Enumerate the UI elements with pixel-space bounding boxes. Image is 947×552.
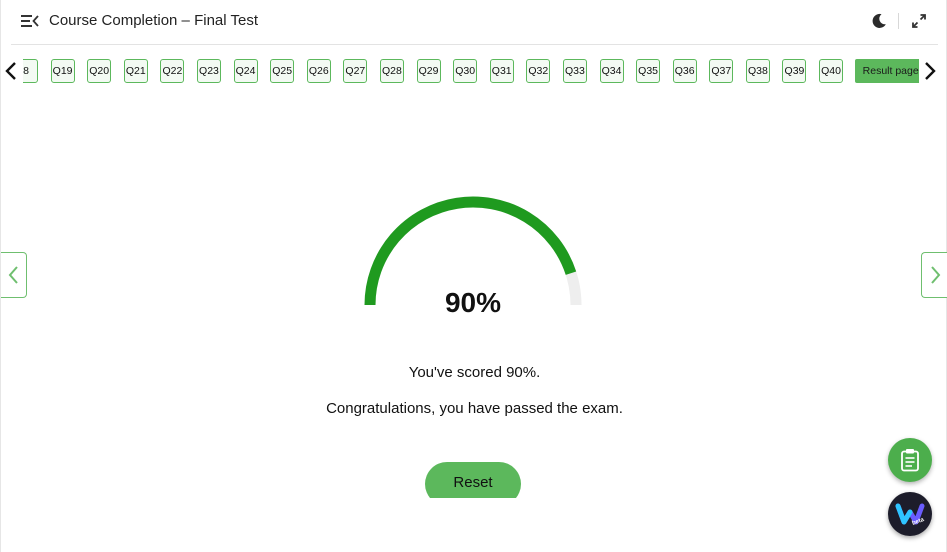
clipboard-icon [901, 449, 919, 472]
question-button[interactable]: Q23 [196, 59, 221, 83]
notes-button[interactable] [888, 438, 932, 482]
question-button[interactable]: Q38 [745, 59, 770, 83]
question-button[interactable]: Q19 [50, 59, 75, 83]
question-button[interactable]: Q40 [819, 59, 844, 83]
question-button[interactable]: Q28 [379, 59, 404, 83]
page-title: Course Completion – Final Test [49, 12, 258, 29]
top-bar: Course Completion – Final Test [1, 0, 947, 44]
score-value: 90% [444, 287, 502, 318]
moon-icon[interactable] [869, 11, 889, 31]
header-divider [898, 13, 899, 29]
question-button[interactable]: Q29 [416, 59, 441, 83]
chevron-right-icon [930, 266, 940, 284]
question-button[interactable]: Q36 [672, 59, 697, 83]
question-button[interactable]: Q24 [233, 59, 258, 83]
score-text: You've scored 90%. [408, 364, 541, 381]
result-page-button[interactable]: Result page [854, 59, 919, 83]
question-navigator: 8 Q19 Q20 Q21 Q22 Q23 Q24 Q25 Q26 Q27 Q28 Q29 Q30 Q31… [1, 58, 947, 86]
question-button[interactable]: 8 [23, 59, 38, 83]
next-page-button[interactable] [921, 252, 947, 298]
question-button[interactable]: Q25 [270, 59, 295, 83]
question-button[interactable]: Q26 [306, 59, 331, 83]
question-button[interactable]: Q20 [87, 59, 112, 83]
question-button[interactable]: Q30 [453, 59, 478, 83]
reset-button-container: Reset [425, 462, 523, 498]
question-button[interactable]: Q34 [599, 59, 624, 83]
question-button[interactable]: Q31 [489, 59, 514, 83]
chevron-right-icon[interactable] [920, 58, 940, 84]
chevron-left-icon[interactable] [1, 58, 21, 84]
question-button[interactable]: Q33 [562, 59, 587, 83]
assistant-button[interactable]: beta [888, 492, 932, 536]
question-list: 8 Q19 Q20 Q21 Q22 Q23 Q24 Q25 Q26 Q27 Q28 Q29 Q30 Q31… [23, 59, 919, 83]
question-strip: 8 Q19 Q20 Q21 Q22 Q23 Q24 Q25 Q26 Q27 Q28 Q29 Q30 Q31… [23, 58, 919, 86]
question-button[interactable]: Q39 [782, 59, 807, 83]
question-button[interactable]: Q27 [343, 59, 368, 83]
previous-page-button[interactable] [1, 252, 27, 298]
ai-assistant-icon [895, 503, 925, 525]
reset-button[interactable]: Reset [425, 462, 521, 498]
expand-icon[interactable] [909, 11, 929, 31]
menu-collapse-icon[interactable] [20, 12, 40, 30]
question-button[interactable]: Q37 [709, 59, 734, 83]
chevron-left-icon [8, 266, 18, 284]
question-button[interactable]: Q35 [636, 59, 661, 83]
question-button[interactable]: Q22 [160, 59, 185, 83]
question-button[interactable]: Q32 [526, 59, 551, 83]
app-frame: Course Completion – Final Test 8 Q19 Q20 Q2… [0, 0, 947, 552]
pass-message: Congratulations, you have passed the exa… [326, 400, 623, 417]
header-divider-line [11, 44, 938, 45]
question-button[interactable]: Q21 [123, 59, 148, 83]
